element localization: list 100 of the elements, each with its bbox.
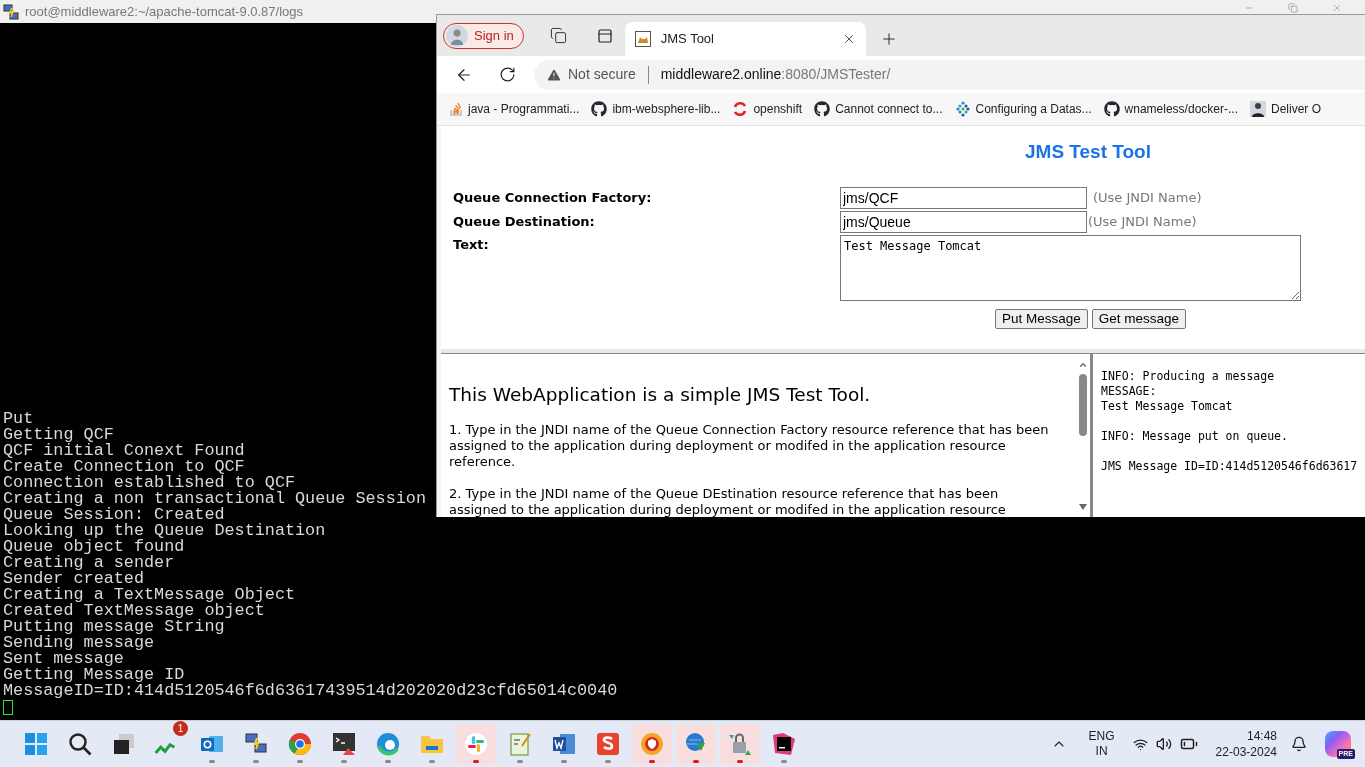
- terminal-line: Creating a sender: [3, 555, 175, 571]
- help-paragraph: 2. Type in the JNDI name of the Queue DEstination resource reference that has been assigned to the application during deployment or modifed in the application resource: [449, 485, 1007, 517]
- input-hint: (Use JNDI Name): [1093, 188, 1202, 207]
- terminal-line: MessageID=ID:414d5120546f6d63617439514d202020d23cfd65014c0040: [3, 683, 618, 699]
- input-hint: (Use JNDI Name): [1088, 212, 1197, 231]
- bookmark-link[interactable]: ibm-websphere-lib...: [591, 100, 721, 118]
- collections-icon[interactable]: [549, 27, 567, 44]
- trend-chart-icon[interactable]: [154, 741, 176, 755]
- circular-arrows-icon: [732, 101, 749, 117]
- scroll-thumb[interactable]: [1079, 374, 1087, 436]
- running-indicator: [473, 760, 479, 763]
- action-button[interactable]: Put Message: [995, 308, 1088, 329]
- url-text: middleware2.online:8080/JMSTester/: [660, 65, 891, 84]
- dots-icon: [954, 101, 971, 117]
- running-indicator: [341, 760, 347, 763]
- document-w-icon[interactable]: [551, 731, 577, 757]
- terminal-line: Getting Message ID: [3, 667, 185, 683]
- output-line: JMS Message ID=ID:414d5120546f6d63617: [1101, 459, 1358, 474]
- tab-title: JMS Tool: [660, 30, 714, 49]
- tab-panel-icon[interactable]: [596, 27, 613, 44]
- running-indicator: [693, 760, 699, 763]
- bookmark-link[interactable]: wnameless/docker-...: [1103, 100, 1238, 118]
- taskbar-button[interactable]: 1: [148, 724, 188, 764]
- volume-icon[interactable]: [1155, 736, 1172, 752]
- github-icon: [591, 101, 608, 117]
- wifi-icon[interactable]: [1132, 736, 1148, 752]
- s-tile-icon[interactable]: [595, 731, 621, 757]
- github-icon: [814, 101, 831, 117]
- terminal-line: Put: [3, 411, 34, 427]
- clock[interactable]: 14:48 22-03-2024: [1215, 728, 1277, 760]
- running-indicator: [561, 760, 567, 763]
- help-paragraph: 1. Type in the JNDI name of the Queue Connection Factory resource reference that has been assigned to the application during deployment or modifed in the application resource reference.: [449, 421, 1050, 470]
- running-indicator: [429, 760, 435, 763]
- running-indicator: [253, 760, 259, 763]
- field-label: Queue Destination:: [453, 212, 596, 231]
- output-line: MESSAGE:: [1101, 384, 1157, 399]
- github-icon: [1103, 101, 1120, 117]
- terminal-line: Getting QCF: [3, 427, 114, 443]
- window-title: root@middleware2:~/apache-tomcat-9.0.87/logs: [25, 2, 304, 21]
- terminal-line: Sent message: [3, 651, 124, 667]
- running-indicator: [209, 760, 215, 763]
- scroll-down-icon[interactable]: [1078, 503, 1088, 511]
- running-indicator: [605, 760, 611, 763]
- text-cursor: [3, 700, 13, 715]
- terminal-icon[interactable]: [331, 731, 357, 757]
- notepad-icon[interactable]: [507, 731, 533, 757]
- bookmark-link[interactable]: Deliver O: [1249, 100, 1321, 118]
- avatar-icon: [446, 24, 468, 47]
- terminal-line: Creating a TextMessage Object: [3, 587, 296, 603]
- terminal-line: Created TextMessage object: [3, 603, 265, 619]
- shield-icon[interactable]: [639, 731, 665, 757]
- cat-favicon: [634, 31, 651, 47]
- running-indicator: [385, 760, 391, 763]
- terminal-line: Queue Session: Created: [3, 507, 225, 523]
- running-indicator: [649, 760, 655, 763]
- terminal-line: Creating a non transactional Queue Session: [3, 491, 426, 507]
- bookmark-link[interactable]: Configuring a Datas...: [954, 100, 1092, 118]
- running-indicator: [781, 760, 787, 763]
- message-textarea[interactable]: Test Message Tomcat: [840, 234, 1301, 301]
- terminal-line: Queue object found: [3, 539, 185, 555]
- field-label: Text:: [453, 235, 490, 254]
- swirl-logo-icon[interactable]: [375, 731, 401, 757]
- computers-icon: [3, 3, 19, 20]
- person-icon: [1249, 101, 1266, 117]
- running-indicator: [297, 760, 303, 763]
- bookmark-link[interactable]: openshift: [732, 100, 803, 118]
- ide-icon[interactable]: [771, 731, 797, 757]
- terminal-line: Putting message String: [3, 619, 225, 635]
- text-input[interactable]: jms/QCF: [840, 186, 1087, 209]
- page-title: JMS Test Tool: [1025, 140, 1151, 164]
- security-label: Not secure: [568, 65, 636, 84]
- bookmark-link[interactable]: java - Programmati...: [449, 100, 580, 118]
- running-indicator: [517, 760, 523, 763]
- search-icon[interactable]: [67, 731, 93, 757]
- bookmark-link[interactable]: Cannot connect to...: [814, 100, 943, 118]
- language-indicator[interactable]: ENG IN: [1088, 729, 1115, 759]
- terminal-line: Sending message: [3, 635, 155, 651]
- field-label: Queue Connection Factory:: [453, 188, 653, 207]
- stack-icon: [449, 102, 463, 116]
- address-bar[interactable]: Not secure middleware2.online:8080/JMSTester/: [534, 59, 1365, 90]
- terminal-line: Sender created: [3, 571, 144, 587]
- windows-icon[interactable]: [23, 731, 49, 757]
- terminal-line: Create Connection to QCF: [3, 459, 245, 475]
- scroll-up-icon[interactable]: [1078, 360, 1088, 370]
- browser-tab[interactable]: JMS Tool: [624, 22, 866, 56]
- running-indicator: [737, 760, 743, 763]
- reload-icon[interactable]: [499, 66, 516, 83]
- notification-badge: 1: [173, 721, 188, 736]
- padlock-arrows-icon[interactable]: [727, 731, 753, 757]
- output-line: Test Message Tomcat: [1101, 399, 1233, 414]
- overlapping-windows-icon[interactable]: [111, 731, 137, 757]
- terminal-line: Looking up the Queue Destination: [3, 523, 326, 539]
- sign-in-button[interactable]: Sign in: [443, 22, 524, 49]
- warning-icon: [546, 66, 562, 83]
- round-logo-icon[interactable]: [287, 731, 313, 757]
- bell-icon[interactable]: [1291, 736, 1307, 752]
- terminal-line: QCF initial Conext Found: [3, 443, 245, 459]
- output-line: INFO: Message put on queue.: [1101, 429, 1288, 444]
- text-input[interactable]: jms/Queue: [840, 210, 1087, 233]
- action-button[interactable]: Get message: [1091, 308, 1187, 329]
